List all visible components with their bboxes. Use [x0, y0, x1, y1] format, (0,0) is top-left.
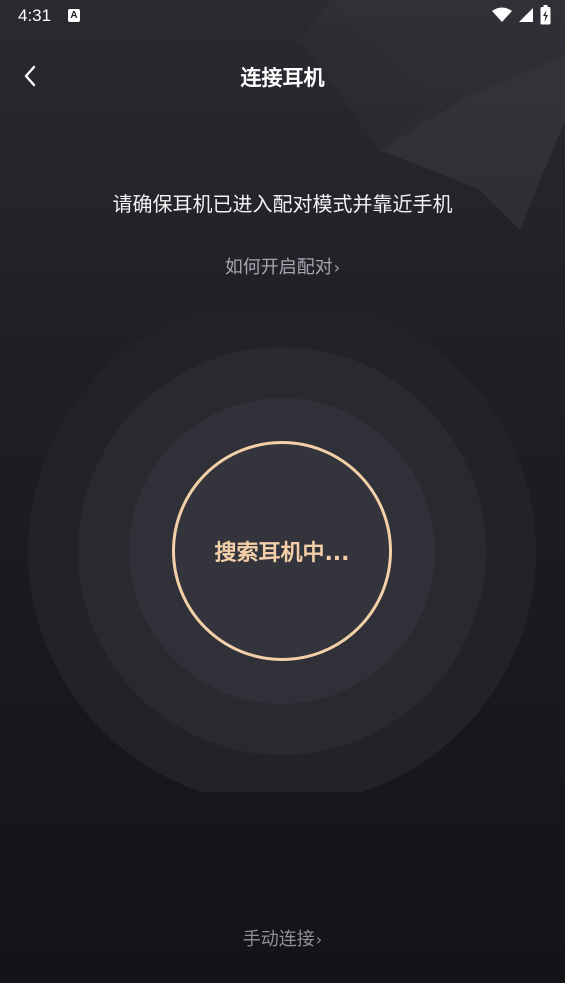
notification-a-icon: A: [68, 9, 80, 22]
status-bar: 4:31 A: [0, 0, 565, 32]
signal-icon: [519, 8, 533, 22]
search-radar: 搜索耳机中...: [28, 310, 536, 792]
header: 连接耳机: [0, 48, 565, 104]
status-icons: [492, 5, 551, 25]
how-to-pair-link[interactable]: 如何开启配对›: [0, 253, 565, 279]
battery-charging-icon: [540, 5, 551, 25]
wifi-icon: [492, 7, 512, 22]
search-status-circle: 搜索耳机中...: [172, 441, 392, 661]
manual-connect-label: 手动连接: [242, 929, 315, 950]
chevron-right-icon: ›: [333, 258, 341, 277]
search-status-text: 搜索耳机中...: [214, 541, 350, 566]
chevron-right-icon: ›: [315, 930, 323, 949]
status-time: 4:31: [18, 6, 52, 25]
page-title: 连接耳机: [240, 66, 325, 90]
how-to-pair-label: 如何开启配对: [224, 257, 333, 278]
manual-connect-link[interactable]: 手动连接›: [0, 925, 565, 951]
pairing-instruction: 请确保耳机已进入配对模式并靠近手机: [112, 192, 453, 216]
